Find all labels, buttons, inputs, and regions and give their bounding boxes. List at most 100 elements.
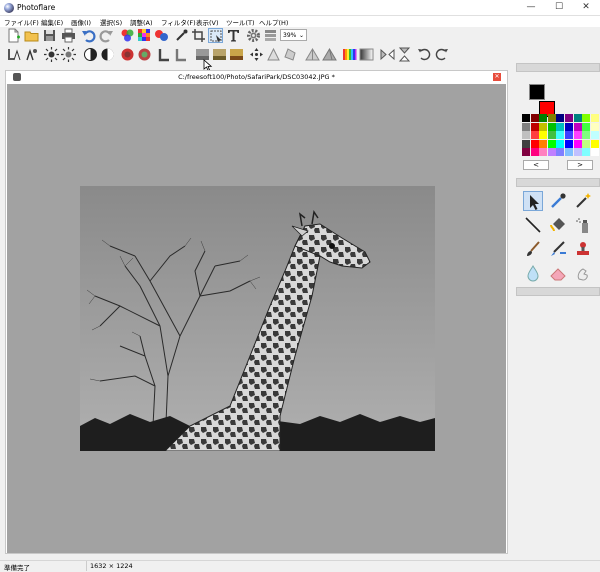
giraffe-photo[interactable] (80, 186, 435, 451)
palette-swatch[interactable] (565, 148, 573, 157)
zoom-select[interactable]: 39% ⌄ (280, 29, 307, 41)
palette-swatch[interactable] (539, 148, 548, 157)
pointer-tool-icon[interactable] (523, 191, 543, 211)
palette-swatch[interactable] (590, 114, 599, 122)
print-icon[interactable] (61, 28, 76, 43)
palette-swatch[interactable] (539, 131, 548, 140)
palette-swatch[interactable] (547, 122, 556, 131)
palette-swatch[interactable] (530, 122, 539, 131)
pencil-brush-icon[interactable] (548, 239, 568, 259)
color-picker-icon[interactable] (548, 191, 568, 211)
rgb-balls-icon[interactable] (154, 28, 169, 43)
menu-filter[interactable]: フィルタ(F) (161, 17, 196, 27)
eyedropper-icon[interactable] (174, 28, 189, 43)
move-arrows-icon[interactable] (249, 47, 264, 62)
line-tool-icon[interactable] (523, 215, 543, 235)
palette-swatch[interactable] (556, 122, 565, 131)
menu-select[interactable]: 選択(S) (100, 17, 122, 27)
stamp-tool-icon[interactable] (573, 239, 593, 259)
palette-swatch[interactable] (556, 114, 565, 122)
noise-icon[interactable] (137, 28, 152, 43)
palette-swatch[interactable] (565, 139, 573, 148)
maximize-button[interactable]: ☐ (545, 0, 573, 15)
undo-icon[interactable] (81, 28, 96, 43)
menu-adjust[interactable]: 調整(A) (130, 17, 153, 27)
saturation-down-icon[interactable] (137, 47, 152, 62)
palette-swatch[interactable] (547, 148, 556, 157)
pyramid-icon[interactable] (305, 47, 320, 62)
warm-filter-icon[interactable] (229, 47, 244, 62)
paintbrush-icon[interactable] (523, 239, 543, 259)
menu-image[interactable]: 画像(I) (71, 17, 91, 27)
palette-swatch[interactable] (530, 114, 539, 122)
contrast-icon[interactable] (83, 47, 98, 62)
palette-swatch[interactable] (590, 131, 599, 140)
text-outline-icon[interactable] (6, 47, 21, 62)
sepia-filter-icon[interactable] (212, 47, 227, 62)
palette-prev-button[interactable]: < (523, 160, 549, 170)
layers-icon[interactable] (263, 28, 278, 43)
minimize-button[interactable]: — (517, 0, 545, 15)
palette-swatch[interactable] (522, 131, 530, 140)
palette-swatch[interactable] (590, 139, 599, 148)
palette-swatch[interactable] (573, 131, 582, 140)
saturation-up-icon[interactable] (120, 47, 135, 62)
palette-swatch[interactable] (573, 139, 582, 148)
palette-swatch[interactable] (573, 148, 582, 157)
palette-swatch[interactable] (582, 122, 591, 131)
paint-bucket-icon[interactable] (548, 215, 568, 235)
palette-swatch[interactable] (556, 131, 565, 140)
document-close-button[interactable]: ✕ (493, 73, 501, 81)
open-folder-icon[interactable] (24, 28, 39, 43)
palette-swatch[interactable] (582, 139, 591, 148)
palette-swatch[interactable] (565, 114, 573, 122)
text-sparkle-icon[interactable] (24, 47, 39, 62)
palette-swatch[interactable] (573, 122, 582, 131)
palette-swatch[interactable] (522, 139, 530, 148)
palette-swatch[interactable] (590, 122, 599, 131)
gradient-icon[interactable] (359, 47, 374, 62)
palette-swatch[interactable] (565, 131, 573, 140)
gamma-up-icon[interactable] (157, 47, 172, 62)
palette-swatch[interactable] (556, 139, 565, 148)
palette-swatch[interactable] (539, 122, 548, 131)
palette-swatch[interactable] (590, 148, 599, 157)
palette-swatch[interactable] (522, 114, 530, 122)
redo-icon[interactable] (99, 28, 114, 43)
save-icon[interactable] (42, 28, 57, 43)
menu-edit[interactable]: 編集(E) (41, 17, 63, 27)
palette-swatch[interactable] (530, 148, 539, 157)
palette-swatch[interactable] (547, 139, 556, 148)
flip-horizontal-icon[interactable] (380, 47, 395, 62)
palette-swatch[interactable] (530, 139, 539, 148)
menu-view[interactable]: 表示(V) (196, 17, 219, 27)
close-button[interactable]: ✕ (572, 0, 600, 15)
spray-can-icon[interactable] (573, 215, 593, 235)
palette-swatch[interactable] (573, 114, 582, 122)
color-mix-icon[interactable] (120, 28, 135, 43)
palette-swatch[interactable] (565, 122, 573, 131)
palette-swatch[interactable] (539, 114, 548, 122)
text-tool-icon[interactable] (226, 28, 241, 43)
eraser-icon[interactable] (548, 263, 568, 283)
palette-swatch[interactable] (556, 148, 565, 157)
foreground-color-swatch[interactable] (529, 84, 545, 100)
gamma-down-icon[interactable] (174, 47, 189, 62)
palette-swatch[interactable] (582, 148, 591, 157)
menu-help[interactable]: ヘルプ(H) (259, 17, 288, 27)
brightness-down-icon[interactable] (61, 47, 76, 62)
palette-swatch[interactable] (547, 131, 556, 140)
menu-file[interactable]: ファイル(F) (4, 17, 39, 27)
contrast-reduce-icon[interactable] (100, 47, 115, 62)
palette-swatch[interactable] (522, 122, 530, 131)
color-bars-icon[interactable] (342, 47, 357, 62)
palette-swatch[interactable] (522, 148, 530, 157)
selection-tool-icon[interactable] (208, 28, 223, 43)
brightness-up-icon[interactable] (44, 47, 59, 62)
canvas-area[interactable] (7, 84, 506, 553)
menu-tools[interactable]: ツール(T) (226, 17, 255, 27)
palette-swatch[interactable] (582, 131, 591, 140)
palette-swatch[interactable] (539, 139, 548, 148)
palette-swatch[interactable] (582, 114, 591, 122)
palette-next-button[interactable]: > (567, 160, 593, 170)
